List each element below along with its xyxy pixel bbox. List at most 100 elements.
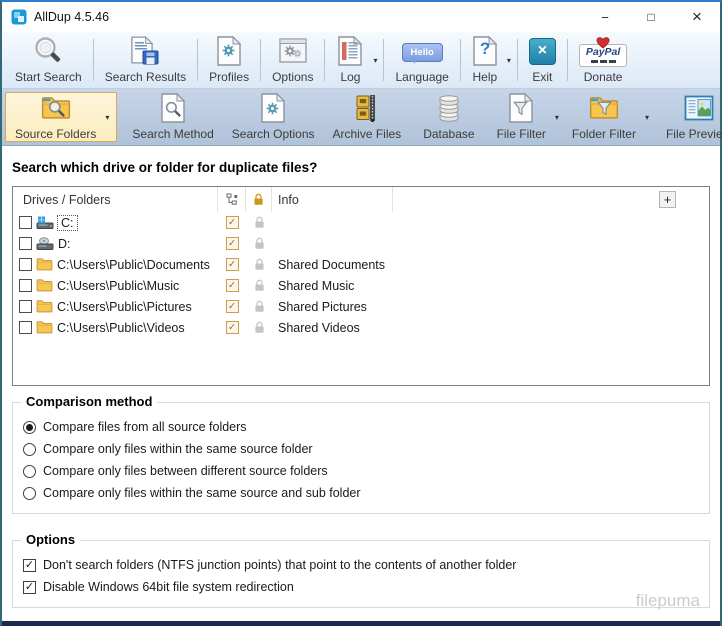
options-icon: [278, 36, 308, 67]
profiles-button[interactable]: Profiles: [200, 32, 258, 88]
gray-padlock-icon[interactable]: [254, 216, 265, 229]
search-method-tab[interactable]: Search Method: [123, 91, 222, 143]
gray-padlock-icon[interactable]: [254, 300, 265, 313]
radio-option[interactable]: Compare only files within the same sourc…: [23, 482, 699, 504]
recurse-checkbox[interactable]: ✓: [226, 321, 239, 334]
recurse-checkbox[interactable]: ✓: [226, 279, 239, 292]
radio-option[interactable]: Compare only files between different sou…: [23, 460, 699, 482]
gold-padlock-icon: [253, 193, 264, 206]
options-button[interactable]: Options: [263, 32, 322, 88]
toolbar-separator: [197, 39, 198, 81]
folder-path[interactable]: C:\Users\Public\Documents: [57, 258, 210, 272]
row-checkbox[interactable]: [19, 279, 32, 292]
title-bar: AllDup 4.5.46 − □ ×: [2, 2, 720, 32]
folder-path[interactable]: C:\Users\Public\Music: [57, 279, 179, 293]
button-label: Help: [473, 70, 498, 84]
search-options-tab[interactable]: Search Options: [223, 91, 324, 143]
recurse-checkbox[interactable]: ✓: [226, 216, 239, 229]
profiles-icon: [215, 36, 243, 67]
language-button[interactable]: Hello Language: [386, 32, 457, 88]
start-search-button[interactable]: Start Search: [6, 32, 91, 88]
table-header: Drives / Folders Info: [13, 187, 709, 212]
dropdown-arrow-icon[interactable]: ▾: [105, 113, 113, 122]
button-label: Database: [423, 127, 474, 141]
toolbar-separator: [324, 39, 325, 81]
donate-button[interactable]: PayPal Donate: [570, 32, 636, 88]
column-header-recurse[interactable]: [218, 187, 246, 212]
recurse-checkbox[interactable]: ✓: [226, 300, 239, 313]
folder-row[interactable]: D: ✓: [13, 233, 709, 254]
button-label: Search Options: [232, 127, 315, 141]
gray-padlock-icon[interactable]: [254, 258, 265, 271]
help-button[interactable]: ? Help ▾: [463, 32, 515, 88]
folder-path[interactable]: D:: [58, 237, 71, 251]
exit-button[interactable]: × Exit: [520, 32, 565, 88]
row-checkbox[interactable]: [19, 321, 32, 334]
database-tab[interactable]: Database: [414, 91, 483, 143]
gray-padlock-icon[interactable]: [254, 321, 265, 334]
maximize-button[interactable]: □: [628, 2, 674, 32]
disc-drive-icon: [36, 237, 54, 251]
search-results-button[interactable]: Search Results: [96, 32, 195, 88]
alldup-window: AllDup 4.5.46 − □ × Start Search: [0, 0, 722, 626]
radio-option[interactable]: Compare only files within the same sourc…: [23, 438, 699, 460]
folder-funnel-icon: [587, 93, 621, 124]
gray-padlock-icon[interactable]: [254, 237, 265, 250]
row-checkbox[interactable]: [19, 216, 32, 229]
dropdown-arrow-icon[interactable]: ▾: [373, 56, 381, 65]
radio-icon: [23, 443, 36, 456]
folder-row[interactable]: C:\Users\Public\Documents ✓ Shared Docum…: [13, 254, 709, 275]
dropdown-arrow-icon[interactable]: ▾: [555, 113, 563, 122]
folder-filter-tab[interactable]: Folder Filter ▾: [563, 91, 653, 143]
row-checkbox[interactable]: [19, 237, 32, 250]
views-toolbar: Source Folders ▾ Search Method: [2, 89, 720, 146]
folder-path[interactable]: C:: [58, 216, 77, 230]
folder-path[interactable]: C:\Users\Public\Videos: [57, 321, 185, 335]
minimize-button[interactable]: −: [582, 2, 628, 32]
dropdown-arrow-icon[interactable]: ▾: [645, 113, 653, 122]
checkbox-option[interactable]: ✓ Disable Windows 64bit file system redi…: [23, 576, 699, 598]
button-label: Search Method: [132, 127, 213, 141]
checkbox-option[interactable]: ✓ Don't search folders (NTFS junction po…: [23, 554, 699, 576]
window-controls: − □ ×: [582, 2, 720, 32]
toolbar-separator: [383, 39, 384, 81]
column-header-info[interactable]: Info: [272, 187, 393, 212]
log-button[interactable]: Log ▾: [327, 32, 381, 88]
button-label: Language: [395, 70, 448, 84]
subfolder-settings-icon: [226, 193, 238, 206]
folder-row[interactable]: C:\Users\Public\Videos ✓ Shared Videos: [13, 317, 709, 338]
file-preview-tab[interactable]: File Preview: [657, 91, 722, 143]
comparison-method-group: Comparison method Compare files from all…: [12, 402, 710, 514]
column-header-lock[interactable]: [246, 187, 272, 212]
recurse-checkbox[interactable]: ✓: [226, 237, 239, 250]
button-label: Log: [340, 70, 360, 84]
zip-archive-icon: [352, 93, 382, 124]
paypal-heart-icon: PayPal: [579, 36, 627, 67]
folder-row[interactable]: C:\Users\Public\Pictures ✓ Shared Pictur…: [13, 296, 709, 317]
close-button[interactable]: ×: [674, 2, 720, 32]
archive-files-tab[interactable]: Archive Files: [324, 91, 411, 143]
preview-window-icon: [684, 93, 714, 124]
log-icon: [336, 36, 364, 67]
document-gear-icon: [259, 93, 287, 124]
source-folders-tab[interactable]: Source Folders ▾: [5, 92, 117, 142]
button-label: Source Folders: [15, 127, 96, 141]
radio-option[interactable]: Compare files from all source folders: [23, 416, 699, 438]
row-checkbox[interactable]: [19, 258, 32, 271]
folder-row[interactable]: C:\Users\Public\Music ✓ Shared Music: [13, 275, 709, 296]
gray-padlock-icon[interactable]: [254, 279, 265, 292]
row-checkbox[interactable]: [19, 300, 32, 313]
folder-icon: [36, 279, 53, 292]
radio-label: Compare files from all source folders: [43, 420, 247, 434]
folder-search-icon: [39, 93, 73, 124]
checkbox-label: Don't search folders (NTFS junction poin…: [43, 558, 516, 572]
exit-icon: ×: [529, 36, 556, 67]
recurse-checkbox[interactable]: ✓: [226, 258, 239, 271]
dropdown-arrow-icon[interactable]: ▾: [507, 56, 515, 65]
toolbar-separator: [93, 39, 94, 81]
file-filter-tab[interactable]: File Filter ▾: [488, 91, 563, 143]
folder-path[interactable]: C:\Users\Public\Pictures: [57, 300, 192, 314]
add-column-button[interactable]: +: [659, 191, 676, 208]
folder-row[interactable]: C: ✓: [13, 212, 709, 233]
column-header-folders[interactable]: Drives / Folders: [13, 187, 218, 212]
